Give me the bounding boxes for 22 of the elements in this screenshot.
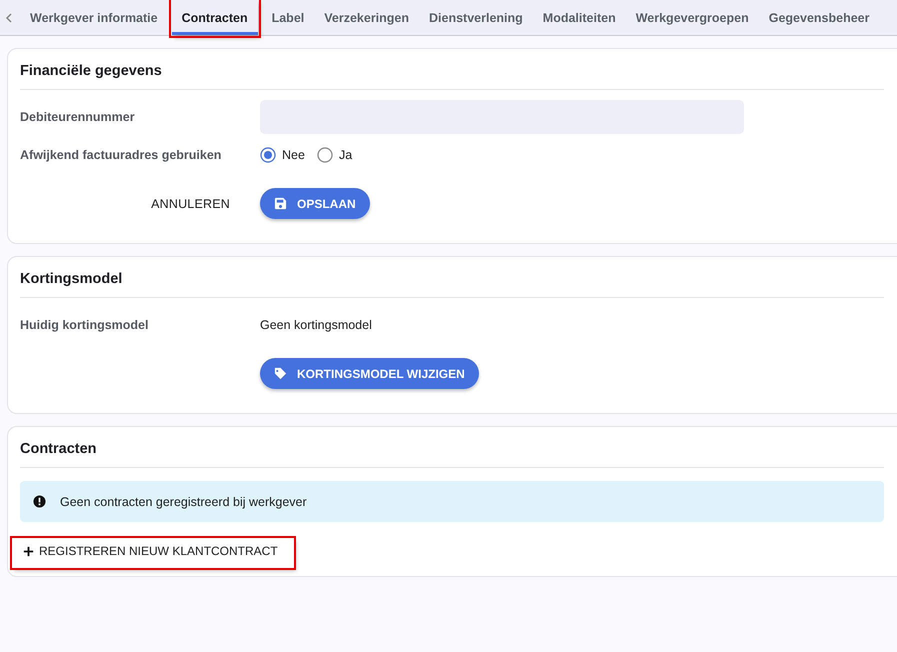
field-label: Afwijkend factuuradres gebruiken — [20, 148, 222, 162]
field-label: Debiteurennummer — [20, 110, 136, 124]
tab[interactable]: Contracten — [172, 0, 258, 35]
change-button[interactable]: KORTINGSMODEL WIJZIGEN — [260, 358, 479, 389]
section-title: Contracten — [20, 427, 884, 468]
cancel-button[interactable]: ANNULEREN — [145, 196, 236, 212]
alert-text: Geen contracten geregistreerd bij werkgever — [60, 494, 307, 508]
tab[interactable]: Werkgevergroepen — [626, 0, 759, 35]
tab[interactable]: Werkgever informatie — [20, 0, 168, 35]
register-contract-button[interactable]: REGISTREREN NIEUW KLANTCONTRACT — [12, 538, 294, 568]
tab[interactable]: Label — [262, 0, 314, 35]
field-value: Geen kortingsmodel — [260, 318, 373, 332]
section-title: Kortingsmodel — [20, 257, 884, 298]
tab[interactable]: Verzekeringen — [314, 0, 420, 35]
save-button[interactable]: OPSLAAN — [260, 188, 370, 219]
tab[interactable]: Gegevensbeheer — [758, 0, 880, 35]
section-title: Financiële gegevens — [20, 49, 884, 90]
tab[interactable]: Modaliteiten — [532, 0, 626, 35]
tab[interactable]: Dienstverlening — [419, 0, 533, 35]
radio-option[interactable]: Ja — [316, 147, 352, 163]
field-label: Huidig kortingsmodel — [20, 318, 150, 332]
radio-option[interactable]: Nee — [260, 147, 305, 163]
